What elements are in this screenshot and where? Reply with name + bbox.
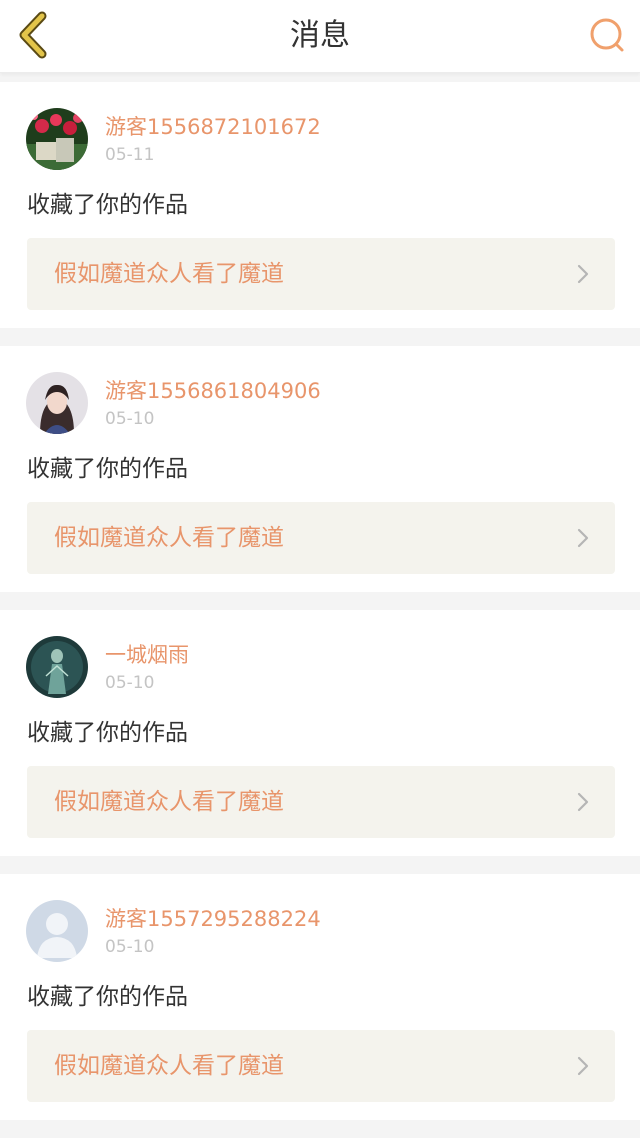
work-title: 假如魔道众人看了魔道 bbox=[54, 261, 284, 287]
username[interactable]: 游客1557295288224 bbox=[105, 906, 321, 932]
message-list: 游客1556872101672 05-11 收藏了你的作品 假如魔道众人看了魔道… bbox=[0, 82, 640, 1138]
message-card: 游客1556872101672 05-11 收藏了你的作品 假如魔道众人看了魔道 bbox=[0, 82, 640, 328]
top-nav-bar: 消息 bbox=[0, 0, 640, 73]
action-text: 收藏了你的作品 bbox=[27, 456, 188, 482]
message-date: 05-10 bbox=[105, 937, 155, 957]
message-card: 一城烟雨 05-10 收藏了你的作品 假如魔道众人看了魔道 bbox=[0, 610, 640, 856]
work-link[interactable]: 假如魔道众人看了魔道 bbox=[27, 502, 615, 574]
chevron-right-icon bbox=[577, 792, 589, 812]
work-title: 假如魔道众人看了魔道 bbox=[54, 525, 284, 551]
message-card: 游客1557295288224 05-10 收藏了你的作品 假如魔道众人看了魔道 bbox=[0, 874, 640, 1120]
action-text: 收藏了你的作品 bbox=[27, 720, 188, 746]
chevron-right-icon bbox=[577, 264, 589, 284]
user-avatar[interactable] bbox=[26, 108, 88, 170]
action-text: 收藏了你的作品 bbox=[27, 984, 188, 1010]
message-card: 游客1556861804906 05-10 收藏了你的作品 假如魔道众人看了魔道 bbox=[0, 346, 640, 592]
page-title: 消息 bbox=[290, 18, 350, 53]
chevron-right-icon bbox=[577, 1056, 589, 1076]
work-link[interactable]: 假如魔道众人看了魔道 bbox=[27, 766, 615, 838]
chevron-right-icon bbox=[577, 528, 589, 548]
search-icon bbox=[590, 18, 624, 52]
message-date: 05-10 bbox=[105, 409, 155, 429]
username[interactable]: 游客1556861804906 bbox=[105, 378, 321, 404]
action-text: 收藏了你的作品 bbox=[27, 192, 188, 218]
user-avatar[interactable] bbox=[26, 636, 88, 698]
message-date: 05-11 bbox=[105, 145, 155, 165]
search-button[interactable] bbox=[586, 14, 628, 56]
username[interactable]: 一城烟雨 bbox=[105, 642, 189, 668]
work-link[interactable]: 假如魔道众人看了魔道 bbox=[27, 238, 615, 310]
work-title: 假如魔道众人看了魔道 bbox=[54, 789, 284, 815]
username[interactable]: 游客1556872101672 bbox=[105, 114, 321, 140]
user-avatar[interactable] bbox=[26, 372, 88, 434]
user-avatar[interactable] bbox=[26, 900, 88, 962]
message-date: 05-10 bbox=[105, 673, 155, 693]
work-link[interactable]: 假如魔道众人看了魔道 bbox=[27, 1030, 615, 1102]
work-title: 假如魔道众人看了魔道 bbox=[54, 1053, 284, 1079]
